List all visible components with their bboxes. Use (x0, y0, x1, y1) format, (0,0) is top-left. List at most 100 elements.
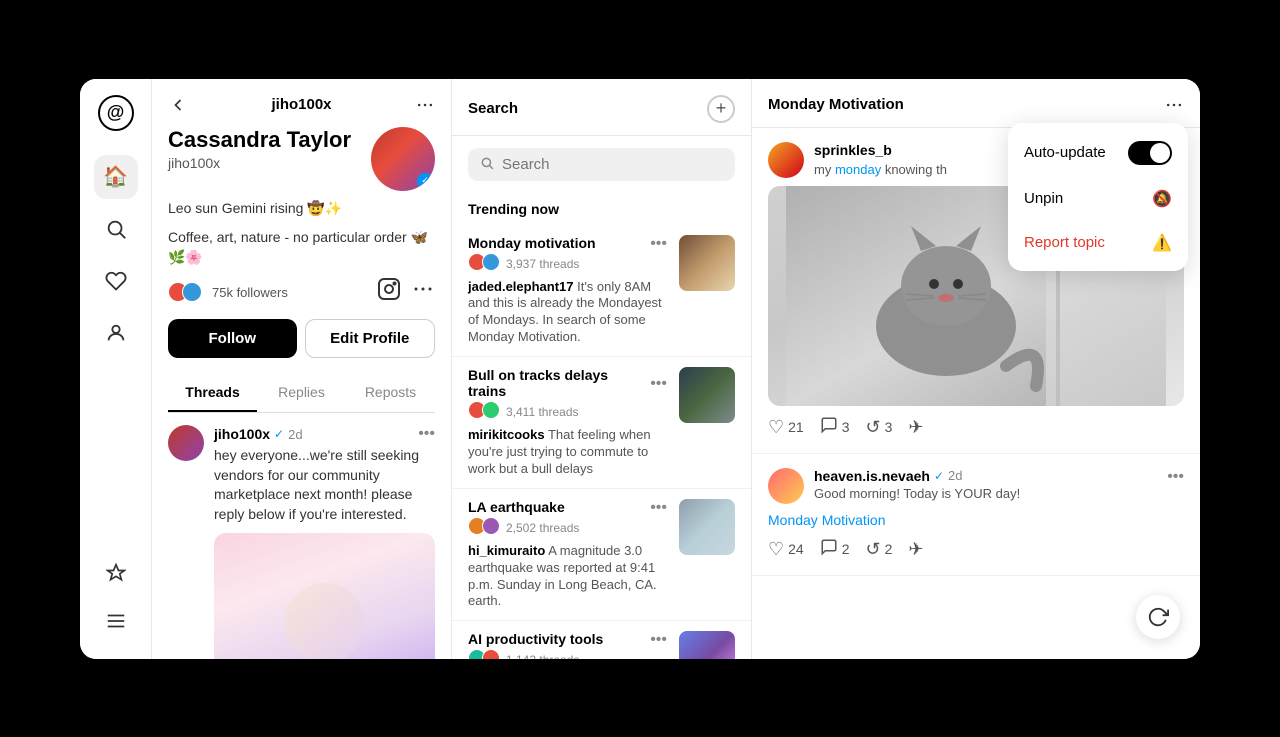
trend-title-3: LA earthquake (468, 499, 565, 515)
trend-title-4: AI productivity tools (468, 631, 603, 647)
feed-actions-2: ♡ 24 2 ↺ 2 ✈ (768, 538, 1184, 561)
trend-preview-2: mirikitcooks That feeling when you're ju… (468, 427, 667, 478)
profile-bio-line1: Leo sun Gemini rising 🤠✨ (168, 199, 435, 219)
trend-preview-3: hi_kimuraito A magnitude 3.0 earthquake … (468, 543, 667, 611)
refresh-button[interactable] (1136, 595, 1180, 639)
comment-count-2: 2 (842, 541, 850, 557)
feed-item-2: heaven.is.nevaeh ✓ 2d Good morning! Toda… (752, 454, 1200, 576)
comment-icon-1 (820, 416, 838, 439)
repost-icon-2: ↺ (866, 539, 881, 560)
sidebar-home-icon[interactable]: 🏠 (94, 155, 138, 199)
profile-panel-title: jiho100x (271, 96, 331, 113)
trending-header: Trending now (452, 193, 751, 225)
sidebar-heart-icon[interactable] (94, 259, 138, 303)
thread-content: jiho100x ✓ 2d ••• hey everyone...we're s… (214, 425, 435, 658)
trend-item-2: Bull on tracks delays trains ••• 3,411 t… (452, 357, 751, 489)
follow-button[interactable]: Follow (168, 319, 297, 358)
thread-username: jiho100x (214, 426, 270, 442)
back-button[interactable] (168, 95, 188, 115)
thread-time: 2d (288, 427, 302, 442)
sidebar-pin-icon[interactable] (94, 551, 138, 595)
comment-action-2[interactable]: 2 (820, 538, 850, 561)
trend-more-4[interactable]: ••• (650, 631, 667, 649)
trend-more-3[interactable]: ••• (650, 499, 667, 517)
sidebar-menu-icon[interactable] (94, 599, 138, 643)
profile-content: Cassandra Taylor jiho100x ✓ Leo sun Gemi… (152, 127, 451, 659)
sidebar-search-icon[interactable] (94, 207, 138, 251)
unpin-icon: 🔕 (1152, 189, 1172, 209)
like-action-1[interactable]: ♡ 21 (768, 417, 804, 438)
thread-post: jiho100x ✓ 2d ••• hey everyone...we're s… (168, 425, 435, 658)
feed-verified-2: ✓ (934, 469, 944, 483)
toggle-knob (1150, 143, 1170, 163)
report-icon: ⚠️ (1152, 233, 1172, 253)
comment-count-1: 3 (842, 419, 850, 435)
like-count-1: 21 (788, 419, 804, 435)
like-count-2: 24 (788, 541, 804, 557)
tab-replies[interactable]: Replies (257, 374, 346, 412)
feed-item-2-header: heaven.is.nevaeh ✓ 2d Good morning! Toda… (768, 468, 1184, 504)
trend-image-4 (679, 631, 735, 658)
profile-avatar: ✓ (371, 127, 435, 191)
profile-more-button[interactable] (415, 95, 435, 115)
search-panel-header: Search + (452, 79, 751, 136)
trend-preview-1: jaded.elephant17 It's only 8AM and this … (468, 279, 667, 347)
profile-bio-line2: Coffee, art, nature - no particular orde… (168, 228, 435, 267)
monday-motivation-tag[interactable]: Monday Motivation (768, 512, 886, 528)
thread-image (214, 533, 435, 659)
share-action-2[interactable]: ✈ (908, 539, 923, 560)
trend-title-2: Bull on tracks delays trains (468, 367, 646, 399)
feed-avatar-1 (768, 142, 804, 178)
trend-more-1[interactable]: ••• (650, 235, 667, 253)
monday-tag-wrap: Monday Motivation (768, 512, 1184, 530)
unpin-label: Unpin (1024, 190, 1063, 207)
auto-update-item[interactable]: Auto-update (1008, 129, 1188, 177)
thread-verified-icon: ✓ (274, 427, 284, 441)
comment-icon-2 (820, 538, 838, 561)
share-action-1[interactable]: ✈ (908, 417, 923, 438)
feed-username-1: sprinkles_b (814, 142, 892, 158)
trend-item-4: AI productivity tools ••• 1,142 threads … (452, 621, 751, 658)
sidebar: @ 🏠 (80, 79, 152, 659)
thread-text: hey everyone...we're still seeking vendo… (214, 446, 435, 524)
profile-name: Cassandra Taylor (168, 127, 351, 153)
add-button[interactable]: + (707, 95, 735, 123)
monday-more-button[interactable] (1164, 95, 1184, 115)
search-panel: Search + Trending now Monday motivation … (452, 79, 752, 659)
report-topic-item[interactable]: Report topic ⚠️ (1008, 221, 1188, 265)
comment-action-1[interactable]: 3 (820, 416, 850, 439)
instagram-icon[interactable] (377, 277, 401, 307)
trend-more-2[interactable]: ••• (650, 375, 667, 393)
profile-tabs: Threads Replies Reposts (168, 374, 435, 413)
monday-panel-header: Monday Motivation Auto-update Unpin 🔕 Re… (752, 79, 1200, 128)
feed-time-2: 2d (948, 468, 962, 483)
search-input[interactable] (502, 156, 723, 173)
monday-panel-title: Monday Motivation (768, 96, 904, 113)
heart-icon-2: ♡ (768, 539, 784, 560)
auto-update-label: Auto-update (1024, 144, 1106, 161)
tab-reposts[interactable]: Reposts (346, 374, 435, 412)
profile-actions: Follow Edit Profile (168, 319, 435, 358)
repost-action-1[interactable]: ↺ 3 (866, 417, 893, 438)
sidebar-profile-icon[interactable] (94, 311, 138, 355)
more-meta-icon[interactable] (411, 277, 435, 307)
repost-action-2[interactable]: ↺ 2 (866, 539, 893, 560)
trend-count-1: 3,937 threads (506, 257, 579, 271)
monday-panel: Monday Motivation Auto-update Unpin 🔕 Re… (752, 79, 1200, 659)
thread-more-button[interactable]: ••• (418, 425, 435, 443)
trend-count-2: 3,411 threads (506, 405, 579, 419)
repost-count-2: 2 (885, 541, 893, 557)
search-input-wrap (468, 148, 735, 181)
unpin-item[interactable]: Unpin 🔕 (1008, 177, 1188, 221)
trend-count-3: 2,502 threads (506, 521, 579, 535)
tab-threads[interactable]: Threads (168, 374, 257, 412)
edit-profile-button[interactable]: Edit Profile (305, 319, 436, 358)
search-magnifier-icon (480, 156, 494, 173)
trend-image-3 (679, 499, 735, 555)
like-action-2[interactable]: ♡ 24 (768, 539, 804, 560)
trend-image-1 (679, 235, 735, 291)
feed-username-2: heaven.is.nevaeh (814, 468, 930, 484)
trend-item-3: LA earthquake ••• 2,502 threads hi_kimur… (452, 489, 751, 622)
auto-update-toggle[interactable] (1128, 141, 1172, 165)
feed-more-2[interactable]: ••• (1167, 468, 1184, 486)
